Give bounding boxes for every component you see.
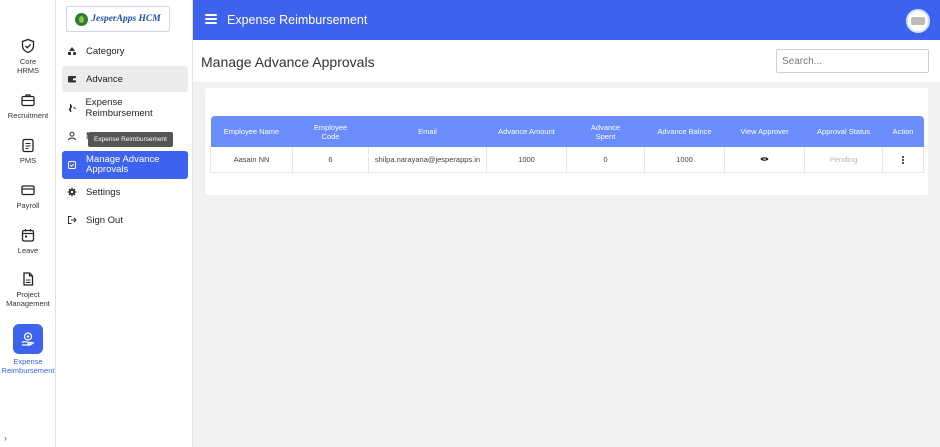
user-icon: [66, 130, 78, 142]
column-header-text: Approval Status: [817, 127, 870, 136]
rail-label: Recruitment: [7, 111, 49, 120]
menu-item-label: Expense Reimbursement: [85, 97, 153, 119]
column-header-advance-amount[interactable]: Advance Amount: [486, 116, 567, 147]
search-input[interactable]: [776, 49, 929, 73]
document-icon: [20, 271, 36, 287]
cell-approval-status: Pending: [804, 147, 883, 173]
cell-advance-spent: 0: [566, 147, 645, 173]
cell-advance-balance: 1000: [644, 147, 725, 173]
approvals-table: Employee Name Employee Code Email Advance…: [210, 116, 924, 173]
menu-item-sign-out[interactable]: Sign Out: [62, 207, 188, 233]
column-header-email[interactable]: Email: [368, 116, 487, 147]
money-icon: [66, 102, 78, 114]
calendar-icon: [20, 227, 36, 243]
briefcase-icon: [20, 92, 36, 108]
module-rail: Core HRMS Recruitment PMS Payroll Leave …: [0, 0, 56, 447]
app-logo: JesperApps HCM: [66, 6, 170, 32]
column-header-text: Spent: [595, 131, 616, 141]
menu-item-label: Advance: [86, 73, 123, 85]
rail-label: Management: [6, 299, 50, 308]
column-header-approval-status[interactable]: Approval Status: [804, 116, 883, 147]
column-header-text: View Approver: [740, 127, 789, 136]
column-header-text: Advance: [590, 122, 621, 132]
page-title: Manage Advance Approvals: [201, 54, 375, 70]
column-header-text: Advance Amount: [498, 127, 555, 136]
menu-item-label: Category: [86, 45, 125, 57]
column-header-text: Employee Name: [223, 127, 280, 136]
rail-label: Core: [19, 57, 37, 66]
wallet-icon: [66, 73, 78, 85]
column-header-text: Employee: [313, 122, 348, 132]
column-header-action: Action: [882, 116, 924, 147]
more-options-icon[interactable]: [902, 155, 904, 164]
logo-text: JesperApps HCM: [91, 14, 161, 24]
rail-label: Expense: [13, 357, 43, 366]
avatar-logo-icon: [911, 17, 925, 25]
submenu: JesperApps HCM Category Advance Expense …: [56, 0, 193, 447]
sign-out-icon: [66, 214, 78, 226]
approvals-card: Employee Name Employee Code Email Advance…: [205, 88, 928, 195]
column-header-text: Advance Balnce: [657, 127, 712, 136]
rail-label: Reimbursement: [1, 366, 55, 375]
cell-view-approver: [724, 147, 805, 173]
clipboard-icon: [20, 137, 36, 153]
rail-item-recruitment[interactable]: Recruitment: [0, 92, 56, 120]
approval-icon: [66, 159, 78, 171]
rail-label: Leave: [17, 246, 39, 255]
rail-label: HRMS: [16, 66, 40, 75]
expand-chevron-icon[interactable]: ›: [4, 433, 7, 443]
table-header-row: Employee Name Employee Code Email Advance…: [210, 116, 924, 147]
column-header-text: Action: [892, 127, 914, 136]
rail-item-leave[interactable]: Leave: [0, 227, 56, 255]
cell-employee-code: 6: [292, 147, 369, 173]
menu-item-settings[interactable]: Settings: [62, 179, 188, 205]
tooltip: Expense Reimbursement: [88, 132, 173, 147]
menu-item-label: Manage Advance Approvals: [86, 155, 159, 175]
menu-item-expense-reimbursement[interactable]: Expense Reimbursement: [62, 95, 188, 121]
menu-item-manage-advance-approvals[interactable]: Manage Advance Approvals: [62, 151, 188, 179]
category-icon: [66, 45, 78, 57]
eye-icon[interactable]: [760, 156, 769, 162]
top-bar-title: Expense Reimbursement: [227, 13, 368, 27]
top-bar: Expense Reimbursement: [193, 0, 940, 40]
column-header-employee-name[interactable]: Employee Name: [210, 116, 293, 147]
rail-item-expense-reimbursement[interactable]: Expense Reimbursement: [0, 324, 56, 375]
avatar[interactable]: [906, 9, 930, 33]
hamburger-menu-icon[interactable]: [205, 14, 217, 24]
column-header-advance-balance[interactable]: Advance Balnce: [644, 116, 725, 147]
rail-item-core-hrms[interactable]: Core HRMS: [0, 38, 56, 75]
column-header-advance-spent[interactable]: Advance Spent: [566, 116, 645, 147]
rail-label: Project: [16, 290, 40, 299]
menu-item-label: Sign Out: [86, 214, 123, 226]
table-row: Aasain NN 6 shilpa.narayana@jesperapps.i…: [210, 147, 924, 173]
cell-email: shilpa.narayana@jesperapps.in: [368, 147, 487, 173]
cell-employee-name: Aasain NN: [210, 147, 293, 173]
cell-action: [882, 147, 924, 173]
rail-item-payroll[interactable]: Payroll: [0, 182, 56, 210]
rail-item-project-management[interactable]: Project Management: [0, 271, 56, 308]
cell-advance-amount: 1000: [486, 147, 567, 173]
logo-mark-icon: [75, 12, 89, 26]
rail-label: Payroll: [16, 201, 40, 210]
rail-label: PMS: [19, 156, 37, 165]
expense-icon: [13, 324, 43, 354]
menu-item-label: Settings: [86, 186, 121, 198]
page-header: Manage Advance Approvals: [193, 40, 940, 82]
column-header-text: Email: [418, 127, 437, 136]
gear-icon: [66, 186, 78, 198]
column-header-text: Code: [321, 131, 340, 141]
rail-item-pms[interactable]: PMS: [0, 137, 56, 165]
menu-item-category[interactable]: Category: [62, 38, 188, 64]
column-header-employee-code[interactable]: Employee Code: [292, 116, 369, 147]
column-header-view-approver[interactable]: View Approver: [724, 116, 805, 147]
shield-check-icon: [20, 38, 36, 54]
menu-item-advance[interactable]: Advance: [62, 66, 188, 92]
menu-item-label-line-2: Approvals: [86, 164, 129, 175]
credit-card-icon: [20, 182, 36, 198]
